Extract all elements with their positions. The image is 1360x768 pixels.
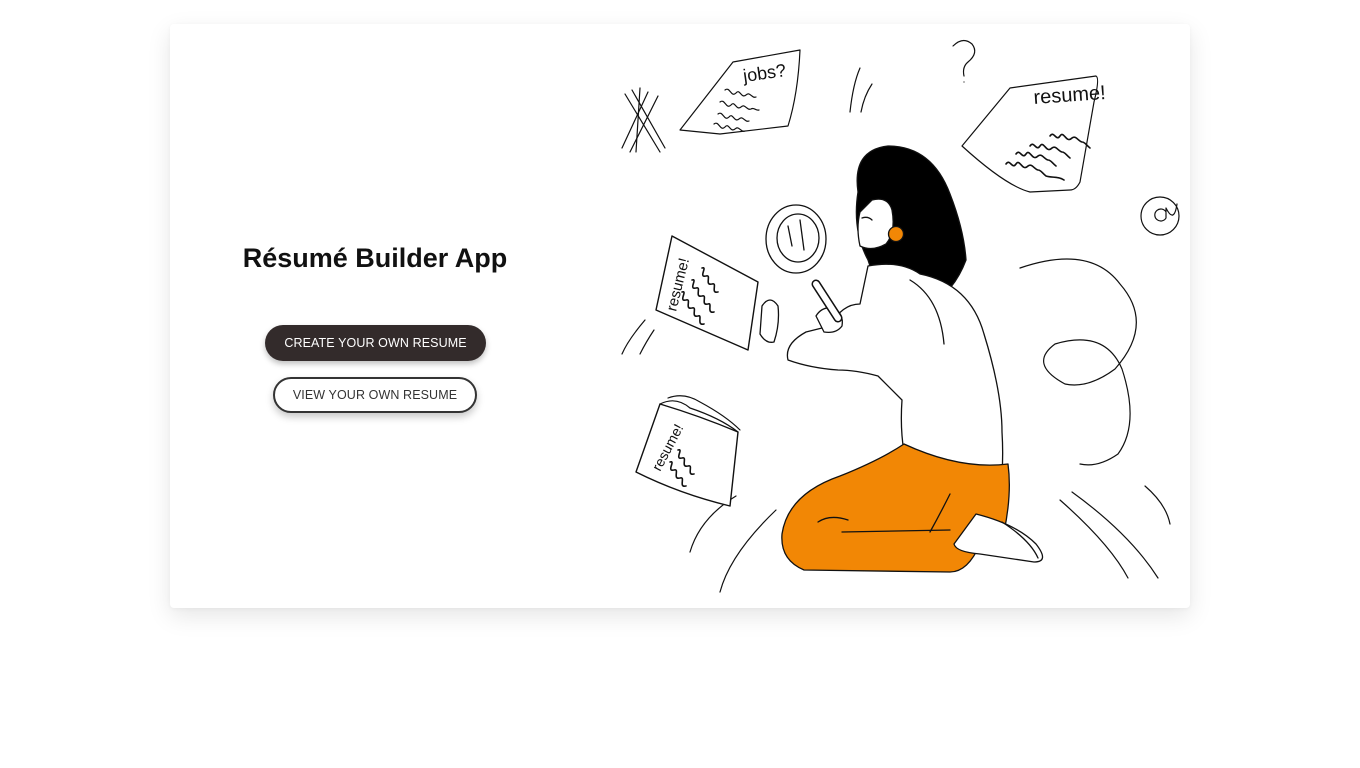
magnifying-glass-icon (765, 204, 843, 323)
scribble-cross-icon (621, 87, 666, 153)
resume-book-icon (635, 395, 741, 507)
earring-icon (887, 225, 905, 243)
create-resume-button[interactable]: CREATE YOUR OWN RESUME (265, 325, 486, 361)
at-symbol-icon (1140, 196, 1180, 236)
resume-paper-label: resume! (1033, 82, 1107, 109)
page-title: Résumé Builder App (242, 243, 508, 273)
landing-card: Résumé Builder App CREATE YOUR OWN RESUM… (170, 24, 1190, 608)
intro-panel: Résumé Builder App CREATE YOUR OWN RESUM… (170, 24, 580, 608)
hero-illustration: jobs? resume! resume! resume! (610, 24, 1190, 608)
question-mark-icon (952, 39, 976, 83)
woman-figure (759, 145, 1044, 573)
job-search-illustration: jobs? resume! resume! resume! (621, 39, 1180, 593)
view-resume-button[interactable]: VIEW YOUR OWN RESUME (273, 377, 477, 413)
